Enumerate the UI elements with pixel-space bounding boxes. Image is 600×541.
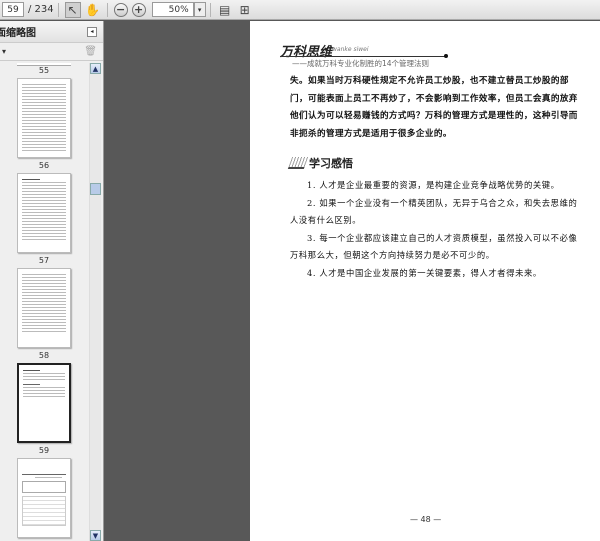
body-paragraph: 失。如果当时万科硬性规定不允许员工炒股，也不建立替员工炒股的部门，可能表面上员工… [290, 76, 578, 139]
book-pen-icon [287, 157, 309, 169]
thumbnail-scrollbar[interactable]: ▲ ▼ [89, 63, 101, 541]
running-header-subtitle: ——成就万科专业化制胜的14个管理法则 [292, 59, 430, 68]
thumbnail-page-selected[interactable] [17, 363, 71, 443]
separator [209, 2, 211, 17]
zoom-in-icon[interactable]: + [131, 2, 146, 17]
thumbnail-page[interactable] [17, 78, 71, 158]
separator [57, 2, 59, 17]
page-number: — 48 — [410, 515, 442, 524]
trash-icon[interactable]: 🗑 [84, 46, 97, 57]
header-dot [444, 54, 448, 58]
thumbnail-label: 59 [38, 446, 50, 455]
fit-page-icon[interactable]: ▤ [217, 2, 233, 18]
thumbnail-label: 56 [38, 161, 50, 170]
list-item: 4. 人才是中国企业发展的第一关键要素，得人才者得未来。 [307, 267, 542, 278]
list-item: 2. 如果一个企业没有一个精英团队，无异于乌合之众，和失去思维的人没有什么区别。 [290, 197, 578, 226]
collapse-panel-icon[interactable]: ◂ [87, 26, 97, 37]
scrollbar-thumb[interactable] [90, 183, 101, 195]
section-heading: 学习感悟 [287, 155, 353, 171]
document-page: 万科思维 wanke siwei ——成就万科专业化制胜的14个管理法则 失。如… [250, 21, 600, 541]
thumbnail-label: 55 [38, 66, 50, 75]
panel-tools: ▾ 🗑 [0, 43, 103, 61]
page-number-input[interactable]: 59 [2, 2, 24, 17]
total-pages: / 234 [28, 4, 54, 15]
hand-tool-icon[interactable]: ✋ [85, 2, 101, 18]
select-tool-icon[interactable]: ↖ [64, 1, 81, 18]
list-item: 3. 每一个企业都应该建立自己的人才资质模型，虽然投入可以不必像万科那么大，但朝… [290, 232, 578, 261]
insight-list: 1. 人才是企业最重要的资源，是构建企业竞争战略优势的关键。 2. 如果一个企业… [290, 177, 582, 283]
header-rule [280, 56, 446, 57]
zoom-dropdown-icon[interactable]: ▾ [193, 2, 206, 17]
thumbnail-label: 57 [38, 256, 50, 265]
thumbnail-page[interactable] [17, 173, 71, 253]
thumbnail-page[interactable] [17, 268, 71, 348]
fit-width-icon[interactable]: ⊞ [237, 2, 253, 18]
running-header-english: wanke siwei [332, 46, 369, 53]
panel-header: 页面缩略图 ◂ [0, 21, 103, 43]
section-title: 学习感悟 [309, 157, 353, 170]
thumbnail-label: 58 [38, 351, 50, 360]
zoom-input[interactable]: 50% [151, 2, 194, 17]
list-item: 1. 人才是企业最重要的资源，是构建企业竞争战略优势的关键。 [307, 180, 560, 190]
scroll-down-icon[interactable]: ▼ [90, 530, 101, 541]
options-menu-icon[interactable]: ▾ [2, 47, 6, 56]
document-view[interactable]: 万科思维 wanke siwei ——成就万科专业化制胜的14个管理法则 失。如… [105, 21, 600, 541]
toolbar: 59 / 234 ↖ ✋ − + 50% ▾ ▤ ⊞ [0, 0, 600, 20]
scroll-up-icon[interactable]: ▲ [90, 63, 101, 74]
thumbnails-panel: 页面缩略图 ◂ ▾ 🗑 55 56 57 58 59 60 ▲ ▼ [0, 21, 104, 541]
separator [106, 2, 108, 17]
thumbnail-list: 55 56 57 58 59 60 [0, 63, 88, 541]
thumbnail-page[interactable] [17, 458, 71, 538]
panel-title: 页面缩略图 [0, 28, 36, 39]
zoom-out-icon[interactable]: − [113, 2, 128, 17]
